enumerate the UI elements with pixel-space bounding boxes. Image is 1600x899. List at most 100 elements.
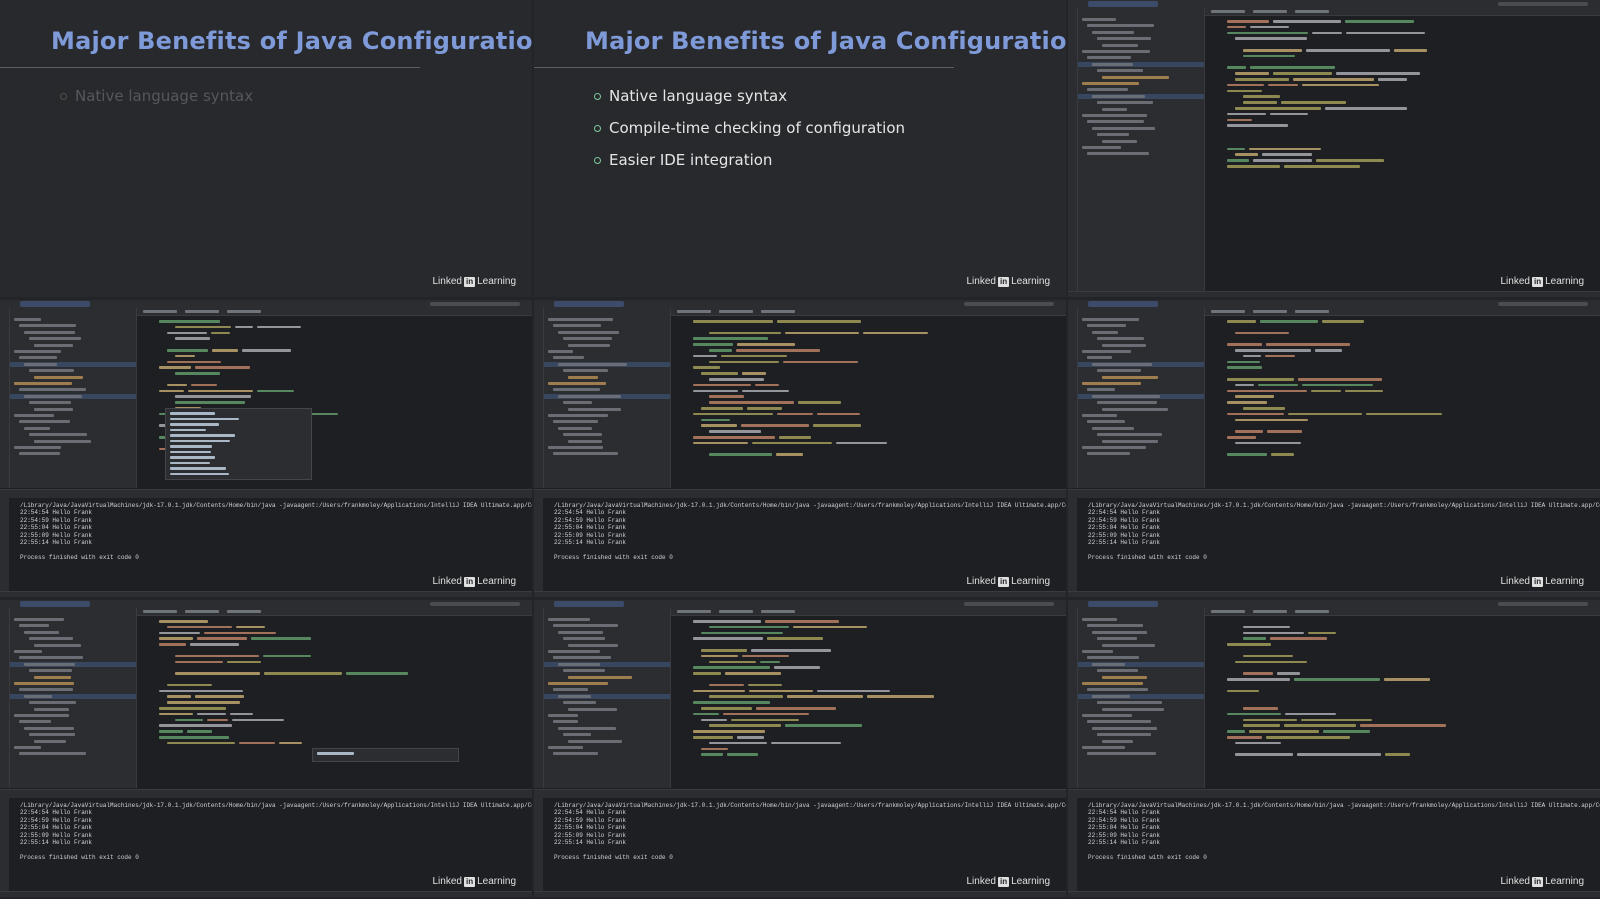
tree-item[interactable] <box>568 343 610 347</box>
tree-item[interactable] <box>568 675 632 679</box>
tree-item[interactable] <box>1082 350 1131 353</box>
tree-item[interactable] <box>19 388 86 392</box>
editor-tab[interactable] <box>677 610 711 613</box>
tree-item[interactable] <box>553 656 611 660</box>
tree-item[interactable] <box>29 337 81 341</box>
tree-item[interactable] <box>1102 707 1164 711</box>
tree-item[interactable] <box>1102 675 1147 679</box>
run-toolbar[interactable] <box>964 602 1054 606</box>
tree-item[interactable] <box>1097 133 1129 137</box>
tree-item[interactable] <box>14 650 42 653</box>
tree-item[interactable] <box>19 752 86 756</box>
tree-item[interactable] <box>1097 69 1143 73</box>
tree-item[interactable] <box>1092 62 1133 66</box>
tree-item[interactable] <box>548 318 613 321</box>
editor-tab[interactable] <box>677 310 711 313</box>
tree-item[interactable] <box>1087 752 1156 756</box>
tree-item[interactable] <box>19 720 51 724</box>
tree-item[interactable] <box>548 714 578 717</box>
tree-item[interactable] <box>34 407 73 411</box>
completion-item[interactable] <box>170 456 215 459</box>
completion-item[interactable] <box>317 752 354 755</box>
tree-item[interactable] <box>568 707 617 711</box>
tree-item[interactable] <box>548 414 608 417</box>
completion-item[interactable] <box>170 439 230 442</box>
tree-item[interactable] <box>1082 146 1121 149</box>
tree-item[interactable] <box>568 739 622 743</box>
tree-item[interactable] <box>558 330 619 334</box>
tree-item[interactable] <box>558 630 603 634</box>
editor-tab[interactable] <box>1211 10 1245 13</box>
tree-item[interactable] <box>1082 82 1139 85</box>
tree-item[interactable] <box>548 682 608 685</box>
tree-item[interactable] <box>34 343 73 347</box>
tree-item[interactable] <box>1082 650 1113 653</box>
tree-item[interactable] <box>553 324 601 328</box>
project-tree[interactable] <box>544 308 671 488</box>
tree-item[interactable] <box>558 426 592 430</box>
project-selector[interactable] <box>20 301 90 307</box>
tree-item[interactable] <box>1102 407 1168 411</box>
tree-item[interactable] <box>14 746 41 749</box>
tree-item[interactable] <box>1102 439 1158 443</box>
tree-item[interactable] <box>1082 714 1132 717</box>
tree-item[interactable] <box>563 433 602 437</box>
tree-item[interactable] <box>548 382 606 385</box>
tree-item[interactable] <box>19 624 49 628</box>
project-tree[interactable] <box>1078 8 1205 293</box>
code-editor[interactable] <box>1205 8 1600 293</box>
editor-tab[interactable] <box>1295 10 1329 13</box>
project-tree[interactable] <box>544 608 671 788</box>
tree-item[interactable] <box>1102 75 1169 79</box>
completion-item[interactable] <box>170 412 215 415</box>
editor-tab[interactable] <box>143 610 177 613</box>
tree-item[interactable] <box>29 669 72 673</box>
tree-item[interactable] <box>24 362 57 366</box>
code-editor[interactable] <box>137 308 532 488</box>
tree-item[interactable] <box>34 707 69 711</box>
tree-item[interactable] <box>14 318 41 321</box>
editor-tab[interactable] <box>719 610 753 613</box>
tree-item[interactable] <box>34 643 81 647</box>
tree-item[interactable] <box>1102 43 1138 47</box>
tree-item[interactable] <box>34 739 66 743</box>
tree-item[interactable] <box>1087 420 1125 424</box>
tree-item[interactable] <box>548 618 590 621</box>
tree-item[interactable] <box>1102 739 1133 743</box>
editor-tab[interactable] <box>185 310 219 313</box>
tree-item[interactable] <box>563 637 605 641</box>
tree-item[interactable] <box>1087 356 1112 360</box>
editor-tab[interactable] <box>1211 610 1245 613</box>
tree-item[interactable] <box>563 401 592 405</box>
run-toolbar[interactable] <box>964 302 1054 306</box>
tree-item[interactable] <box>1097 101 1153 105</box>
tree-item[interactable] <box>1097 369 1141 373</box>
project-selector[interactable] <box>554 601 624 607</box>
run-toolbar[interactable] <box>1498 302 1588 306</box>
completion-item[interactable] <box>170 450 211 453</box>
tree-item[interactable] <box>548 746 583 749</box>
tree-item[interactable] <box>1097 733 1151 737</box>
tree-item[interactable] <box>14 446 61 449</box>
tree-item[interactable] <box>19 688 73 692</box>
tree-item[interactable] <box>1082 318 1139 321</box>
tree-item[interactable] <box>14 682 74 685</box>
editor-tab[interactable] <box>1295 310 1329 313</box>
editor-tab[interactable] <box>185 610 219 613</box>
tree-item[interactable] <box>1092 362 1152 366</box>
editor-tab[interactable] <box>1253 310 1287 313</box>
completion-item[interactable] <box>170 417 239 420</box>
code-completion-popup[interactable] <box>165 408 312 480</box>
project-selector[interactable] <box>554 301 624 307</box>
tree-item[interactable] <box>1087 152 1149 156</box>
project-tree[interactable] <box>10 608 137 788</box>
tree-item[interactable] <box>568 375 598 379</box>
project-tree[interactable] <box>1078 608 1205 788</box>
tree-item[interactable] <box>568 439 602 443</box>
editor-tab[interactable] <box>761 310 795 313</box>
tree-item[interactable] <box>1087 720 1151 724</box>
tree-item[interactable] <box>34 375 83 379</box>
tree-item[interactable] <box>19 452 60 456</box>
run-toolbar[interactable] <box>1498 2 1588 6</box>
tree-item[interactable] <box>553 752 598 756</box>
